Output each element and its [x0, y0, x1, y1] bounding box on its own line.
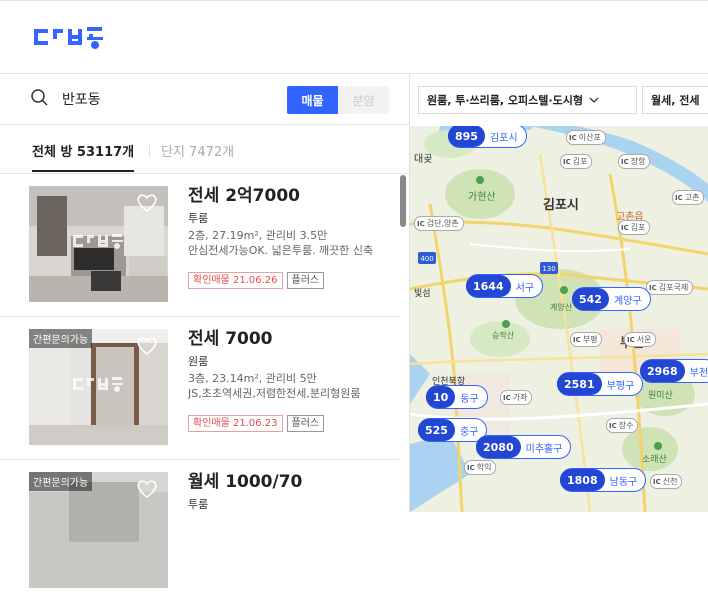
map-cluster-bupyeong[interactable]: 2581 부평구 — [557, 372, 644, 396]
svg-text:130: 130 — [542, 265, 555, 273]
ic-marker: IC 학익 — [464, 460, 497, 475]
verified-badge: 확인매물 21.06.26 — [188, 272, 283, 289]
ic-marker: IC 부평 — [570, 332, 603, 347]
listing-panel: 반포동 매물 분양 전체 방 53117개 단지 7472개 전세 2억7000… — [0, 74, 409, 588]
ic-marker: IC 이산포 — [566, 130, 606, 145]
deal-type-filter-label: 월세, 전세 — [651, 94, 700, 107]
listing-detail: 2층, 27.19m², 관리비 3.5만 — [188, 229, 328, 242]
tab-complexes[interactable]: 단지 7472개 — [161, 141, 234, 160]
listing-room-type: 투룸 — [188, 498, 209, 511]
toggle-listings-button[interactable]: 매물 — [287, 86, 338, 114]
ic-marker: IC 검단,양촌 — [414, 216, 464, 231]
heart-icon[interactable] — [136, 479, 158, 499]
svg-text:400: 400 — [420, 255, 433, 263]
listing-description: 안심전세가능OK. 넓은투룸. 깨끗한 신축 — [188, 244, 374, 257]
heart-icon[interactable] — [136, 336, 158, 356]
plus-badge: 플러스 — [286, 272, 325, 289]
ic-marker: IC 김포 — [618, 220, 651, 235]
map-cluster-michuhol[interactable]: 2080 미추홀구 — [476, 435, 572, 459]
tab-separator — [149, 145, 150, 157]
map-label-gimpo-city: 김포시 — [543, 198, 579, 213]
map-cluster-gyeyang[interactable]: 542 계양구 — [572, 287, 651, 311]
search-icon[interactable] — [30, 88, 50, 108]
inquiry-badge: 간편문의가능 — [29, 472, 93, 491]
listing-photo[interactable]: 간편문의가능 — [29, 329, 168, 445]
listing-photo[interactable]: 간편문의가능 — [29, 472, 168, 588]
ic-marker: IC 장항 — [618, 154, 651, 169]
listing-price: 전세 2억7000 — [188, 186, 300, 206]
toggle-presale-button[interactable]: 분양 — [338, 86, 389, 114]
listing-price: 전세 7000 — [188, 329, 273, 349]
map-view[interactable]: 400 130 대곶 김포시 가현산 고촌읍 계양산 승학산 인천북항 원미산 … — [410, 74, 708, 512]
listing-type-toggle: 매물 분양 — [287, 86, 389, 114]
listing-detail: 3층, 23.14m², 관리비 5만 — [188, 372, 317, 385]
map-label-sorae: 소래산 — [642, 455, 667, 465]
map-cluster-seogu[interactable]: 1644 서구 — [466, 274, 544, 298]
map-cluster-gimpo[interactable]: 895 김포시 — [448, 124, 527, 148]
listing-photo[interactable] — [29, 186, 168, 302]
map-cluster-junggu[interactable]: 525 중구 — [418, 418, 488, 442]
room-type-filter[interactable]: 원룸, 투·쓰리룸, 오피스텔·도시형 — [418, 86, 637, 114]
map-label-daegot: 대곶 — [414, 154, 433, 165]
listing-description: JS,초초역세권,저렴한전세,분리형원룸 — [188, 387, 361, 400]
heart-icon[interactable] — [136, 193, 158, 213]
listing-room-type: 투룸 — [188, 212, 209, 225]
map-cluster-namdong[interactable]: 1808 남동구 — [560, 468, 647, 492]
listing-info: 전세 2억7000 투룸 2층, 27.19m², 관리비 3.5만 안심전세가… — [188, 185, 394, 289]
listing-item[interactable]: 간편문의가능 전세 7000 원룸 3층, 23.14m², 관리비 5만 JS… — [0, 317, 400, 460]
header — [0, 1, 708, 73]
ic-marker: IC 김포국제 — [646, 280, 694, 295]
map-label-west: 빛섬 — [414, 289, 431, 299]
listing-item[interactable]: 전세 2억7000 투룸 2층, 27.19m², 관리비 3.5만 안심전세가… — [0, 174, 400, 317]
map-cluster-donggu[interactable]: 10 동구 — [426, 385, 488, 409]
verified-badge: 확인매물 21.06.23 — [188, 415, 283, 432]
ic-marker: IC 가좌 — [500, 390, 533, 405]
watermark-logo — [73, 377, 123, 392]
listing-item[interactable]: 간편문의가능 월세 1000/70 투룸 — [0, 460, 400, 602]
listing-tags: 확인매물 21.06.26 플러스 — [188, 272, 394, 289]
plus-badge: 플러스 — [286, 415, 325, 432]
map-label-gaeyeongsan: 가현산 — [468, 192, 496, 203]
filter-bar: 원룸, 투·쓰리룸, 오피스텔·도시형 월세, 전세 — [410, 74, 708, 126]
search-input[interactable]: 반포동 — [62, 89, 101, 109]
chevron-down-icon — [589, 97, 599, 103]
list-tabs: 전체 방 53117개 단지 7472개 — [0, 125, 409, 174]
listing-info: 전세 7000 원룸 3층, 23.14m², 관리비 5만 JS,초초역세권,… — [188, 328, 394, 432]
ic-marker: IC 고촌 — [672, 190, 705, 205]
list-scrollbar[interactable] — [400, 175, 406, 227]
ic-marker: IC 신천 — [650, 474, 683, 489]
listing-tags: 확인매물 21.06.23 플러스 — [188, 415, 394, 432]
ic-marker: IC 김포 — [560, 154, 593, 169]
listing-price: 월세 1000/70 — [188, 472, 303, 492]
listing-room-type: 원룸 — [188, 355, 209, 368]
ic-marker: IC 장수 — [606, 418, 639, 433]
dabang-logo[interactable] — [34, 25, 114, 51]
inquiry-badge: 간편문의가능 — [29, 329, 93, 348]
room-type-filter-label: 원룸, 투·쓰리룸, 오피스텔·도시형 — [427, 94, 583, 107]
map-label-wonmisan: 원미산 — [648, 391, 673, 401]
deal-type-filter[interactable]: 월세, 전세 — [642, 86, 708, 114]
tab-all-rooms[interactable]: 전체 방 53117개 — [32, 141, 135, 172]
map-cluster-bucheon[interactable]: 2968 부천 — [640, 359, 708, 383]
map-label-sinhaksan: 승학산 — [492, 331, 515, 340]
ic-marker: IC 서운 — [624, 332, 657, 347]
listing-info: 월세 1000/70 투룸 — [188, 471, 394, 512]
search-bar[interactable]: 반포동 매물 분양 — [0, 74, 409, 125]
map-label-gyeyang: 계양산 — [550, 303, 573, 312]
watermark-logo — [73, 234, 123, 249]
